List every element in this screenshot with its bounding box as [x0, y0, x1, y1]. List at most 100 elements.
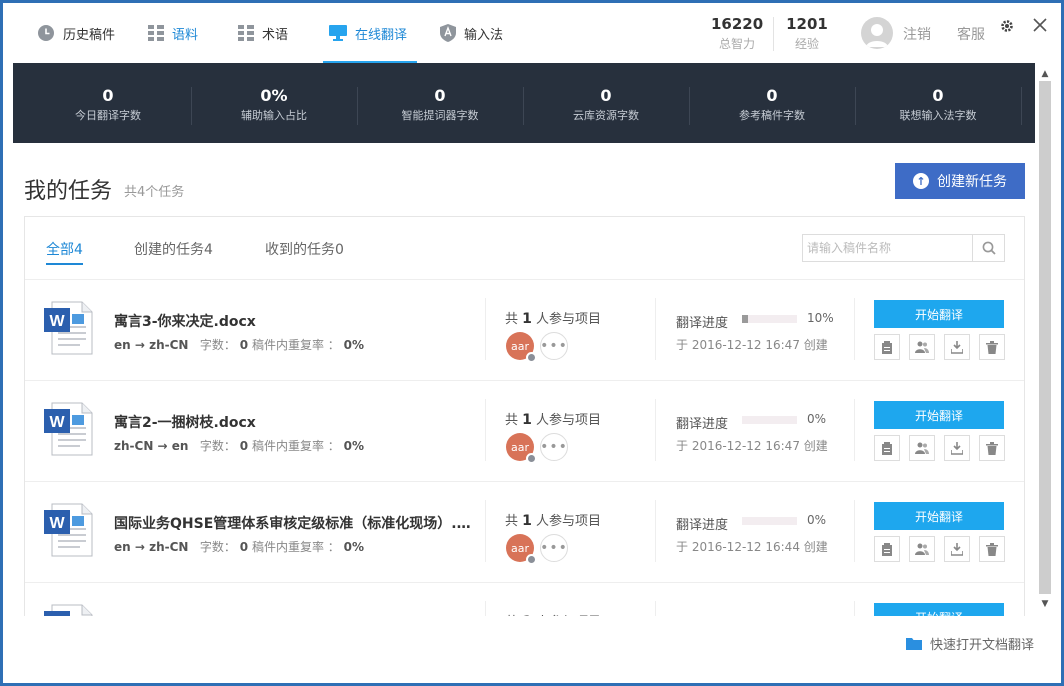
- search-input[interactable]: [803, 235, 972, 261]
- participants: 共 1 人参与项目: [505, 510, 601, 529]
- stat-value: 0: [102, 86, 114, 105]
- users-icon[interactable]: [909, 334, 935, 360]
- trash-icon[interactable]: [979, 435, 1005, 461]
- users-icon[interactable]: [909, 435, 935, 461]
- tab-input-method[interactable]: 输入法: [440, 3, 503, 63]
- stat-value: 0: [600, 86, 612, 105]
- start-translation-button[interactable]: 开始翻译: [874, 502, 1004, 530]
- file-name[interactable]: 寓言2-一捆树枝.docx: [114, 412, 480, 432]
- close-icon[interactable]: [1033, 17, 1047, 36]
- stat-label: 参考稿件字数: [739, 109, 805, 122]
- progress-bar: [742, 517, 797, 525]
- users-icon[interactable]: [909, 536, 935, 562]
- experience-value: 1201: [786, 15, 828, 33]
- task-row: W 寓言3-你来决定.docx en → zh-CN 字数： 0 稿件内重复率 ： …: [25, 279, 1024, 380]
- page-title: 我的任务: [24, 179, 113, 204]
- trash-icon[interactable]: [979, 334, 1005, 360]
- user-avatar[interactable]: [861, 17, 893, 49]
- created-time: 于 2016-12-12 16:47 创建: [676, 439, 828, 453]
- shield-icon: [440, 24, 456, 42]
- more-members-button[interactable]: •••: [540, 332, 568, 360]
- file-name[interactable]: 寓言3-你来决定.docx: [114, 311, 480, 331]
- stat-assist-ratio: 0% 辅助输入占比: [191, 63, 357, 143]
- stat-label: 智能提词器字数: [401, 109, 479, 122]
- stat-prompter-words: 0 智能提词器字数: [357, 63, 523, 143]
- repeat-rate: 0%: [343, 540, 364, 554]
- progress-label: 翻译进度: [676, 316, 729, 331]
- divider: [655, 500, 656, 562]
- search-icon[interactable]: [972, 235, 1004, 261]
- participants: 共 1 人参与项目: [505, 308, 601, 327]
- lang-pair: en → zh-CN: [114, 540, 189, 554]
- filter-tab-all[interactable]: 全部4: [46, 239, 83, 265]
- download-icon[interactable]: [944, 435, 970, 461]
- more-members-button[interactable]: •••: [540, 433, 568, 461]
- participants-suffix: 人参与项目: [536, 312, 602, 327]
- clipboard-icon[interactable]: [874, 536, 900, 562]
- participants-suffix: 人参与项目: [536, 615, 601, 616]
- tab-label: 输入法: [464, 27, 504, 43]
- member-avatar[interactable]: aar: [506, 433, 537, 464]
- quick-open-link[interactable]: 快速打开文档翻译: [906, 634, 1034, 653]
- more-members-button[interactable]: •••: [540, 534, 568, 562]
- edit-badge-icon: [526, 453, 537, 464]
- filter-tab-created[interactable]: 创建的任务4: [134, 239, 213, 259]
- participants-prefix: 共: [505, 615, 518, 616]
- svg-text:W: W: [49, 414, 65, 431]
- member-avatar[interactable]: aar: [506, 534, 537, 565]
- stat-cloud-words: 0 云库资源字数: [523, 63, 689, 143]
- divider: [773, 17, 774, 51]
- participants-prefix: 共: [505, 312, 519, 327]
- scrollbar-thumb[interactable]: [1039, 81, 1051, 594]
- tab-corpus[interactable]: 语料: [148, 3, 198, 63]
- member-avatar[interactable]: aar: [506, 332, 537, 363]
- participants: 共 1 人参与项目: [505, 611, 601, 616]
- stat-value: 0: [932, 86, 944, 105]
- scroll-down-arrow-icon[interactable]: ▼: [1039, 597, 1051, 611]
- create-task-button[interactable]: ↑ 创建新任务: [895, 163, 1025, 199]
- gear-icon[interactable]: [1000, 18, 1014, 37]
- repeat-label: 稿件内重复率 ：: [251, 540, 340, 554]
- download-icon[interactable]: [944, 334, 970, 360]
- word-count: 0: [239, 439, 249, 453]
- clock-icon: [37, 24, 55, 42]
- trash-icon[interactable]: [979, 536, 1005, 562]
- file-meta: zh-CN → en 字数： 0 稿件内重复率 ： 0%: [114, 437, 364, 454]
- start-translation-button[interactable]: 开始翻译: [874, 603, 1004, 616]
- word-count-label: 字数：: [199, 540, 236, 554]
- progress-bar: [742, 315, 797, 323]
- tab-terms[interactable]: 术语: [238, 3, 288, 63]
- support-link[interactable]: 客服: [957, 24, 985, 44]
- svg-text:W: W: [49, 313, 65, 330]
- experience: 1201 经验: [784, 15, 830, 52]
- start-translation-button[interactable]: 开始翻译: [874, 401, 1004, 429]
- participants-prefix: 共: [505, 514, 519, 529]
- tab-label: 历史稿件: [63, 27, 116, 43]
- word-doc-icon: W: [44, 502, 94, 562]
- repeat-rate: 0%: [343, 338, 364, 352]
- clipboard-icon[interactable]: [874, 334, 900, 360]
- start-translation-button[interactable]: 开始翻译: [874, 300, 1004, 328]
- word-doc-icon: W: [44, 401, 94, 461]
- participants-count: 1: [522, 311, 532, 327]
- file-name[interactable]: 国际业务QHSE管理体系审核定级标准（标准化现场）.docx: [114, 513, 480, 533]
- total-score-label: 总智力: [718, 37, 755, 51]
- download-icon[interactable]: [944, 536, 970, 562]
- progress-label: 翻译进度: [676, 518, 729, 533]
- created-time: 于 2016-12-12 16:44 创建: [676, 540, 828, 554]
- filter-tab-received[interactable]: 收到的任务0: [265, 239, 344, 259]
- tab-online-translation[interactable]: 在线翻译: [322, 3, 418, 64]
- grid-icon: [148, 25, 164, 41]
- divider: [1021, 87, 1022, 125]
- top-nav: 历史稿件 语料 术语 在线翻译 输入法 16220 总智力 1201 经验 注销…: [3, 3, 1061, 64]
- participants-count: 1: [522, 614, 532, 616]
- progress-label: 翻译进度: [676, 417, 729, 432]
- scroll-up-arrow-icon[interactable]: ▲: [1039, 67, 1051, 81]
- tab-history[interactable]: 历史稿件: [37, 3, 115, 63]
- clipboard-icon[interactable]: [874, 435, 900, 461]
- tab-label: 在线翻译: [355, 27, 408, 43]
- logout-link[interactable]: 注销: [903, 24, 931, 44]
- total-score-value: 16220: [711, 15, 764, 33]
- progress-bar: [742, 416, 797, 424]
- divider: [485, 399, 486, 461]
